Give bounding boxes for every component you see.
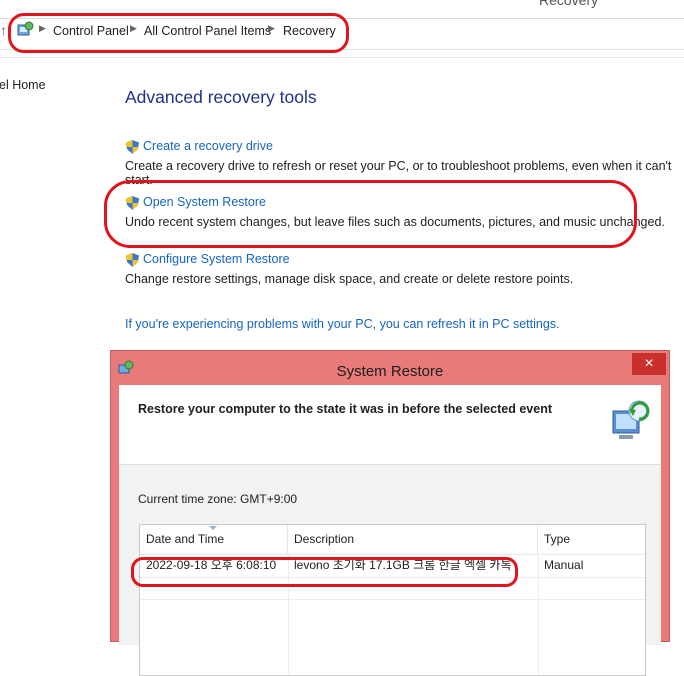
sort-arrow-icon xyxy=(209,526,217,530)
configure-system-restore-description: Change restore settings, manage disk spa… xyxy=(125,272,574,286)
close-button[interactable]: × xyxy=(632,353,666,375)
divider xyxy=(0,57,684,58)
window-title: Recovery xyxy=(539,0,599,8)
dialog-header-text: Restore your computer to the state it wa… xyxy=(138,402,552,416)
column-header-type[interactable]: Type xyxy=(538,525,644,554)
create-recovery-drive-link[interactable]: Create a recovery drive xyxy=(143,139,273,153)
column-divider xyxy=(538,554,539,675)
page-heading: Advanced recovery tools xyxy=(125,87,317,107)
row-type: Manual xyxy=(544,558,584,572)
refresh-pc-link[interactable]: If you're experiencing problems with you… xyxy=(125,317,560,331)
divider xyxy=(140,599,645,600)
timezone-label: Current time zone: GMT+9:00 xyxy=(138,492,298,506)
column-header-description[interactable]: Description xyxy=(288,525,538,554)
system-restore-dialog: System Restore × Restore your computer t… xyxy=(110,350,670,676)
dialog-body: Restore your computer to the state it wa… xyxy=(119,385,661,676)
nav-control-panel-home[interactable]: el Home xyxy=(0,78,46,92)
dialog-title: System Restore xyxy=(336,363,444,380)
configure-system-restore-link[interactable]: Configure System Restore xyxy=(143,252,290,266)
restore-points-table[interactable]: Date and Time Description Type 2022-09-1… xyxy=(139,524,646,676)
annotation-circle xyxy=(131,557,518,587)
annotation-circle xyxy=(104,180,637,248)
dialog-header: Restore your computer to the state it wa… xyxy=(119,385,661,465)
annotation-circle xyxy=(8,13,349,53)
shield-icon xyxy=(126,253,139,267)
restore-computer-icon xyxy=(612,400,650,439)
shield-icon xyxy=(126,140,139,154)
up-arrow-icon[interactable]: ↑ xyxy=(0,22,7,38)
